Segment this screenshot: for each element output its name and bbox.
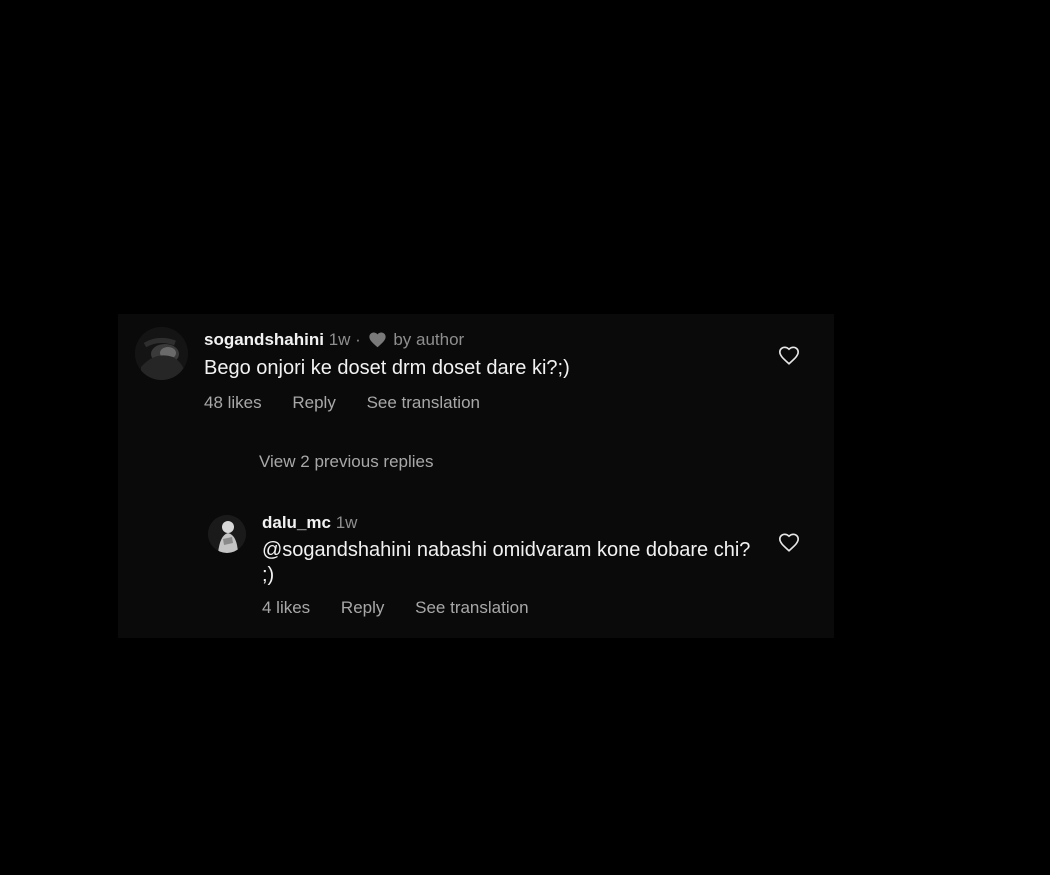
reply-username[interactable]: dalu_mc bbox=[262, 513, 331, 532]
comment-header: sogandshahini 1w · by author bbox=[204, 330, 464, 353]
comment-text: Bego onjori ke doset drm doset dare ki?;… bbox=[204, 357, 570, 379]
reply-text: @sogandshahini nabashi omidvaram kone do… bbox=[262, 539, 751, 586]
reply-translate-button[interactable]: See translation bbox=[415, 598, 528, 617]
reply-time: 1w bbox=[335, 513, 358, 532]
avatar-image bbox=[135, 327, 188, 380]
comment-time: 1w bbox=[328, 330, 351, 349]
view-previous-replies-button[interactable]: View 2 previous replies bbox=[259, 452, 434, 472]
reply-header: dalu_mc 1w bbox=[262, 513, 357, 533]
comment-likes-count[interactable]: 48 likes bbox=[204, 393, 262, 412]
avatar[interactable] bbox=[135, 327, 188, 380]
comment-reply-button[interactable]: Reply bbox=[292, 393, 335, 412]
comment-actions: 48 likes Reply See translation bbox=[204, 393, 506, 413]
comment-username[interactable]: sogandshahini bbox=[204, 330, 324, 349]
reply-heart-outline-icon[interactable] bbox=[778, 532, 800, 554]
reply-avatar-image bbox=[208, 515, 246, 553]
heart-filled-icon bbox=[368, 331, 387, 353]
comment-thread: sogandshahini 1w · by author Bego onjori… bbox=[118, 314, 834, 638]
comment-translate-button[interactable]: See translation bbox=[367, 393, 480, 412]
liked-by-author: by author bbox=[393, 330, 465, 349]
reply-avatar[interactable] bbox=[208, 515, 246, 553]
reply-reply-button[interactable]: Reply bbox=[341, 598, 384, 617]
reply-actions: 4 likes Reply See translation bbox=[262, 598, 555, 618]
heart-outline-icon[interactable] bbox=[778, 345, 800, 367]
reply-likes-count[interactable]: 4 likes bbox=[262, 598, 310, 617]
meta-separator: · bbox=[355, 330, 361, 349]
screen: sogandshahini 1w · by author Bego onjori… bbox=[0, 0, 1050, 875]
